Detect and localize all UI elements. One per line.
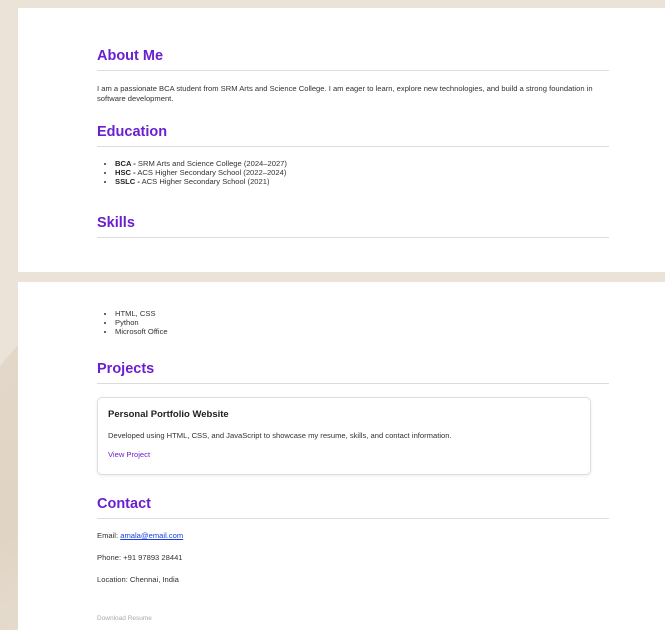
list-item: HTML, CSS <box>115 309 609 318</box>
contact-email: Email: amala@email.com <box>97 531 184 540</box>
list-item: SSLC - ACS Higher Secondary School (2021… <box>115 177 609 186</box>
projects-section: Projects Personal Portfolio Website Deve… <box>97 361 609 475</box>
project-description: Developed using HTML, CSS, and JavaScrip… <box>108 431 452 440</box>
project-card: Personal Portfolio Website Developed usi… <box>97 397 591 475</box>
list-item: Microsoft Office <box>115 327 609 336</box>
education-section: Education BCA - SRM Arts and Science Col… <box>97 124 609 186</box>
list-item: Python <box>115 318 609 327</box>
skills-heading: Skills <box>97 215 609 238</box>
list-item: HSC - ACS Higher Secondary School (2022–… <box>115 168 609 177</box>
skills-list: HTML, CSS Python Microsoft Office <box>97 309 609 336</box>
contact-section: Contact Email: amala@email.com Phone: +9… <box>97 496 609 625</box>
education-list: BCA - SRM Arts and Science College (2024… <box>97 159 609 186</box>
list-item: BCA - SRM Arts and Science College (2024… <box>115 159 609 168</box>
contact-heading: Contact <box>97 496 609 519</box>
download-resume-button[interactable]: Download Resume <box>97 615 152 622</box>
skills-list-container: HTML, CSS Python Microsoft Office <box>97 309 609 336</box>
contact-location: Location: Chennai, India <box>97 575 179 584</box>
about-heading: About Me <box>97 48 609 71</box>
email-link[interactable]: amala@email.com <box>120 531 183 540</box>
skills-section: Skills <box>97 215 609 238</box>
resume-page-top: About Me I am a passionate BCA student f… <box>18 8 665 272</box>
view-project-link[interactable]: View Project <box>108 450 580 459</box>
education-heading: Education <box>97 124 609 147</box>
project-title: Personal Portfolio Website <box>108 409 229 420</box>
about-section: About Me I am a passionate BCA student f… <box>97 48 609 104</box>
projects-heading: Projects <box>97 361 609 384</box>
contact-phone: Phone: +91 97893 28441 <box>97 553 183 562</box>
about-text: I am a passionate BCA student from SRM A… <box>97 84 593 103</box>
resume-page-bottom: HTML, CSS Python Microsoft Office Projec… <box>18 282 665 630</box>
